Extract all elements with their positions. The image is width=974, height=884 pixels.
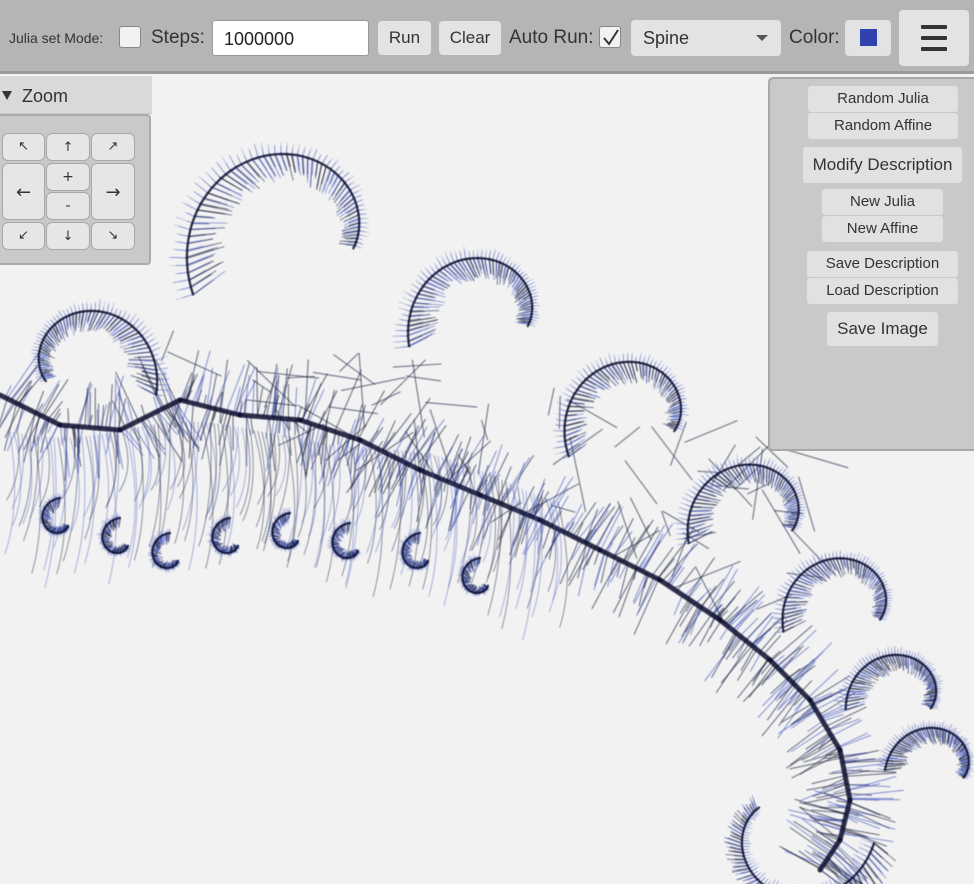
modify-description-button[interactable]: Modify Description: [803, 147, 962, 183]
random-affine-button[interactable]: Random Affine: [808, 113, 958, 139]
preset-select-value: Spine: [643, 28, 690, 48]
new-julia-button[interactable]: New Julia: [822, 189, 943, 215]
zoom-panel: ↖ ↑ ↗ ← + - → ↙ ↓ ↘: [0, 114, 151, 265]
save-description-button[interactable]: Save Description: [807, 251, 958, 277]
pan-down-left-button[interactable]: ↙: [2, 222, 45, 250]
pan-up-left-button[interactable]: ↖: [2, 133, 45, 161]
preset-select[interactable]: Spine: [631, 20, 781, 56]
zoom-panel-header[interactable]: Zoom: [0, 76, 152, 114]
top-toolbar: Julia set Mode: Steps: Run Clear Auto Ru…: [0, 0, 974, 74]
pan-right-button[interactable]: →: [91, 163, 135, 220]
new-affine-button[interactable]: New Affine: [822, 216, 943, 242]
zoom-out-button[interactable]: -: [46, 192, 90, 220]
color-picker[interactable]: [845, 20, 891, 56]
pan-up-right-button[interactable]: ↗: [91, 133, 135, 161]
checkmark-icon: [603, 29, 619, 46]
random-julia-button[interactable]: Random Julia: [808, 86, 958, 112]
julia-mode-checkbox[interactable]: [119, 26, 141, 48]
pan-left-button[interactable]: ←: [2, 163, 45, 220]
chevron-down-icon: [756, 35, 768, 41]
pan-down-button[interactable]: ↓: [46, 222, 90, 250]
load-description-button[interactable]: Load Description: [807, 278, 958, 304]
auto-run-label: Auto Run:: [509, 27, 594, 48]
julia-mode-label: Julia set Mode:: [9, 30, 104, 46]
color-swatch: [860, 29, 877, 46]
collapse-triangle-icon: [2, 91, 12, 100]
save-image-button[interactable]: Save Image: [827, 312, 938, 346]
menu-button[interactable]: [899, 10, 969, 66]
zoom-in-button[interactable]: +: [46, 163, 90, 191]
color-label: Color:: [789, 27, 840, 48]
pan-up-button[interactable]: ↑: [46, 133, 90, 161]
pan-down-right-button[interactable]: ↘: [91, 222, 135, 250]
clear-button[interactable]: Clear: [439, 21, 501, 55]
steps-input[interactable]: [212, 20, 369, 56]
auto-run-checkbox[interactable]: [599, 26, 621, 48]
run-button[interactable]: Run: [378, 21, 431, 55]
actions-panel: Random Julia Random Affine Modify Descri…: [768, 77, 974, 451]
zoom-panel-title: Zoom: [22, 86, 69, 106]
steps-label: Steps:: [151, 27, 205, 48]
